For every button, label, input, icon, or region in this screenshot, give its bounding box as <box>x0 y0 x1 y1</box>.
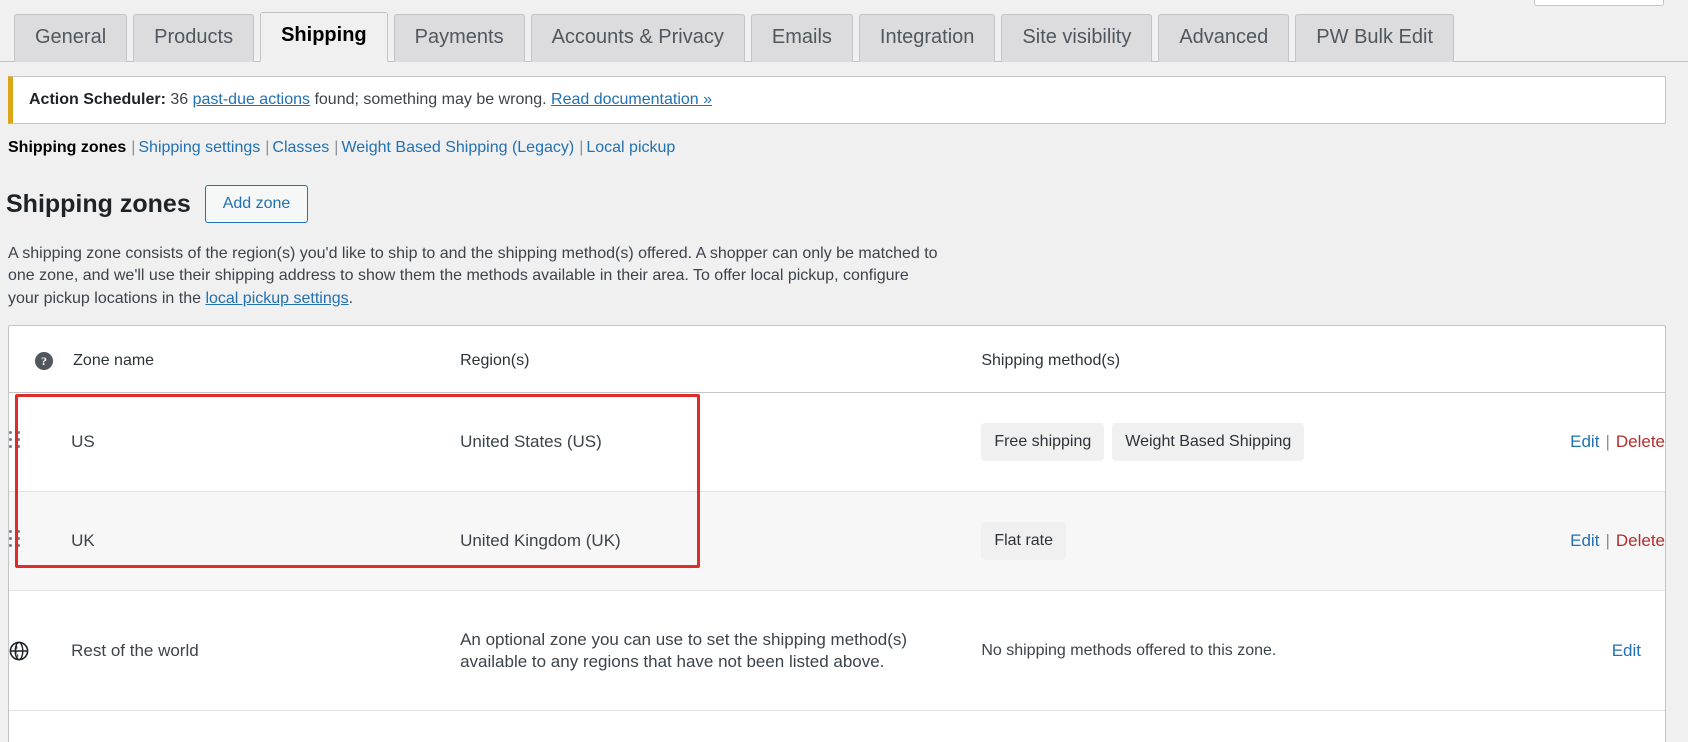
zone-region-cell: United Kingdom (UK) <box>460 491 982 591</box>
woocommerce-shipping-zones-page: General Products Shipping Payments Accounts … <box>0 0 1688 742</box>
subnav-separator: | <box>334 139 339 156</box>
notice-text: Action Scheduler: 36 past-due actions fo… <box>29 91 712 109</box>
drag-handle-icon[interactable] <box>9 529 23 548</box>
shipping-zones-table-container: ? Zone name Region(s) Shipping method(s)… <box>8 325 1666 742</box>
worldwide-icon-cell <box>9 590 72 711</box>
globe-icon <box>9 641 29 661</box>
column-header-actions <box>1402 326 1665 393</box>
tab-shipping[interactable]: Shipping <box>260 12 388 62</box>
notice-count: 36 <box>165 91 193 108</box>
subnav-separator: | <box>579 139 584 156</box>
shipping-zones-description: A shipping zone consists of the region(s… <box>8 243 938 310</box>
table-row: UK United Kingdom (UK) Flat rate Edit | Delet… <box>9 491 1665 591</box>
edit-zone-link[interactable]: Edit <box>1570 531 1599 550</box>
page-heading-row: Shipping zones Add zone <box>6 185 309 223</box>
tab-emails[interactable]: Emails <box>750 14 853 62</box>
past-due-actions-link[interactable]: past-due actions <box>193 91 310 108</box>
zone-name-cell: US <box>71 392 461 492</box>
drag-handle-icon[interactable] <box>9 430 23 449</box>
tab-pw-bulk-edit[interactable]: PW Bulk Edit <box>1295 14 1454 62</box>
settings-tab-bar: General Products Shipping Payments Accounts … <box>0 0 1688 62</box>
tab-products[interactable]: Products <box>133 14 255 62</box>
description-text-part2: . <box>348 289 354 307</box>
action-separator: | <box>1605 531 1610 550</box>
subnav-separator: | <box>265 139 270 156</box>
zone-methods-cell: Flat rate <box>981 491 1403 591</box>
column-header-methods: Shipping method(s) <box>981 326 1403 393</box>
subnav-item-weight-based-shipping-legacy[interactable]: Weight Based Shipping (Legacy) <box>341 139 574 156</box>
delete-zone-link[interactable]: Delete <box>1616 531 1665 550</box>
column-header-help: ? <box>9 326 72 393</box>
table-body: US United States (US) Free shipping Weight … <box>9 392 1665 711</box>
tab-integration[interactable]: Integration <box>858 14 996 62</box>
worldwide-region-cell: An optional zone you can use to set the … <box>460 590 982 711</box>
worldwide-actions-cell: Edit <box>1402 590 1665 711</box>
zone-region-cell: United States (US) <box>460 392 982 492</box>
table-row-worldwide: Rest of the world An optional zone you ca… <box>9 590 1665 711</box>
delete-zone-link[interactable]: Delete <box>1616 432 1665 451</box>
worldwide-region-text: An optional zone you can use to set the … <box>460 629 908 671</box>
edit-worldwide-zone-link[interactable]: Edit <box>1612 641 1641 660</box>
subnav-separator: | <box>131 139 136 156</box>
zone-sort-cell <box>9 392 72 492</box>
read-documentation-link[interactable]: Read documentation » <box>551 91 712 108</box>
zone-name-cell: UK <box>71 491 461 591</box>
tab-general[interactable]: General <box>14 14 128 62</box>
shipping-method-badge: Weight Based Shipping <box>1112 423 1305 461</box>
zone-methods-cell: Free shipping Weight Based Shipping <box>981 392 1403 492</box>
table-header-row: ? Zone name Region(s) Shipping method(s) <box>9 326 1665 393</box>
action-scheduler-notice: Action Scheduler: 36 past-due actions fo… <box>8 76 1666 124</box>
subnav-item-classes[interactable]: Classes <box>272 139 329 156</box>
zone-actions-cell: Edit | Delete <box>1402 491 1665 591</box>
shipping-zones-table: ? Zone name Region(s) Shipping method(s)… <box>9 326 1665 711</box>
zone-sort-cell <box>9 491 72 591</box>
shipping-method-badge: Free shipping <box>981 423 1105 461</box>
subnav-item-shipping-settings[interactable]: Shipping settings <box>138 139 260 156</box>
tab-accounts-privacy[interactable]: Accounts & Privacy <box>530 14 745 62</box>
subnav-item-shipping-zones[interactable]: Shipping zones <box>8 139 126 156</box>
table-header: ? Zone name Region(s) Shipping method(s) <box>9 326 1665 393</box>
description-text-part1: A shipping zone consists of the region(s… <box>8 245 938 307</box>
add-zone-button[interactable]: Add zone <box>204 185 309 223</box>
notice-middle: found; something may be wrong. <box>310 91 552 108</box>
action-separator: | <box>1605 432 1610 451</box>
notice-label: Action Scheduler: <box>29 91 166 108</box>
page-title: Shipping zones <box>6 189 191 218</box>
no-shipping-methods-text: No shipping methods offered to this zone… <box>981 641 1277 659</box>
column-header-regions: Region(s) <box>460 326 982 393</box>
tab-payments[interactable]: Payments <box>393 14 525 62</box>
tab-site-visibility[interactable]: Site visibility <box>1001 14 1153 62</box>
column-header-zone-name: Zone name <box>71 326 461 393</box>
table-row: US United States (US) Free shipping Weight … <box>9 392 1665 492</box>
local-pickup-settings-link[interactable]: local pickup settings <box>205 290 348 307</box>
subnav-item-local-pickup[interactable]: Local pickup <box>586 139 675 156</box>
edit-zone-link[interactable]: Edit <box>1570 432 1599 451</box>
worldwide-zone-name: Rest of the world <box>71 590 461 711</box>
help-icon[interactable]: ? <box>35 352 53 370</box>
shipping-subnav: Shipping zones | Shipping settings | Classes… <box>8 137 675 159</box>
worldwide-methods-cell: No shipping methods offered to this zone… <box>981 590 1403 711</box>
zone-actions-cell: Edit | Delete <box>1402 392 1665 492</box>
shipping-method-badge: Flat rate <box>981 522 1067 560</box>
tab-advanced[interactable]: Advanced <box>1158 14 1290 62</box>
